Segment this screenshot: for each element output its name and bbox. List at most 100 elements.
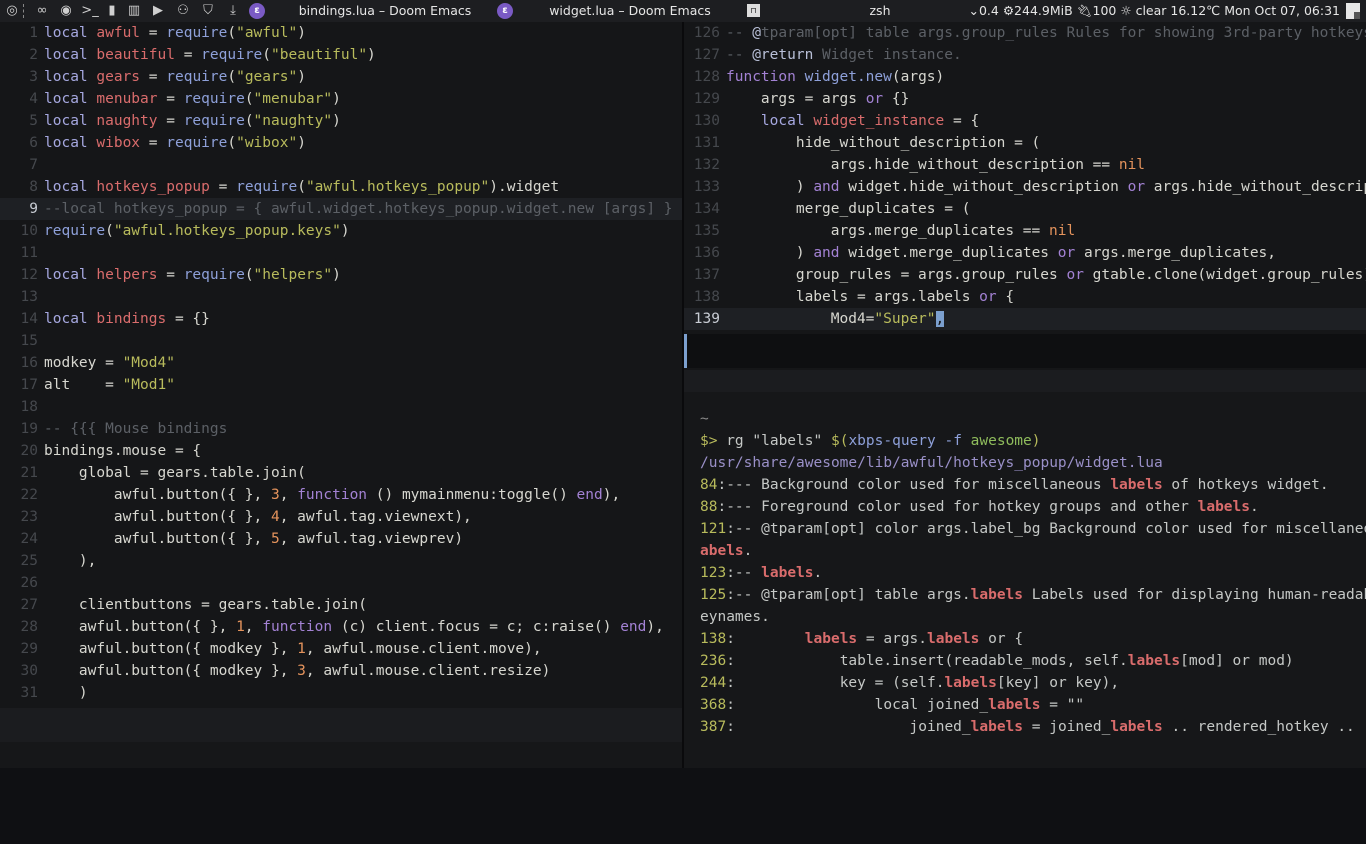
shield-icon[interactable]: ⛉ (200, 3, 216, 19)
code-line[interactable]: 3 local gears = require("gears") (0, 66, 682, 88)
task-widget[interactable]: widget.lua – Doom Emacs (540, 0, 720, 22)
layout-icon[interactable] (1346, 3, 1360, 19)
line-number: 7 (29, 157, 38, 173)
terminal-app-icon: ⊓ (747, 4, 760, 17)
download-icon[interactable]: ⤓ (225, 3, 241, 19)
code-line[interactable]: 136 ) and widget.merge_duplicates or arg… (684, 242, 1366, 264)
line-text: local menubar = require("menubar") (44, 91, 341, 107)
editor-widget[interactable]: 126 -- @tparam[opt] table args.group_rule… (684, 22, 1366, 393)
code-line[interactable]: 24 awful.button({ }, 5, awful.tag.viewpr… (0, 528, 682, 550)
code-line[interactable]: 6 local wibox = require("wibox") (0, 132, 682, 154)
code-line[interactable]: 23 awful.button({ }, 4, awful.tag.viewne… (0, 506, 682, 528)
code-line[interactable]: 27 clientbuttons = gears.table.join( (0, 594, 682, 616)
restart-icon[interactable]: ◎ (4, 3, 20, 19)
line-text: args.merge_duplicates == nil (726, 223, 1076, 239)
line-number: 139 (693, 311, 720, 327)
code-line[interactable]: 22 awful.button({ }, 3, function () myma… (0, 484, 682, 506)
line-number: 2 (29, 47, 38, 63)
code-line[interactable]: 25 ), (0, 550, 682, 572)
code-line[interactable]: 11 (0, 242, 682, 264)
code-line[interactable]: 127 -- @return Widget instance. (684, 44, 1366, 66)
code-line[interactable]: 135 args.merge_duplicates == nil (684, 220, 1366, 242)
code-line[interactable]: 4 local menubar = require("menubar") (0, 88, 682, 110)
line-text: labels = args.labels or { (726, 289, 1015, 305)
modeline-right: 23k 🔒︎ hotkeys_popup/widget.lua 139:24 1… (684, 334, 1366, 393)
line-number: 20 (20, 443, 38, 459)
code-line[interactable]: 31 ) (0, 682, 682, 704)
code-line[interactable]: 2 local beautiful = require("beautiful") (0, 44, 682, 66)
line-number: 132 (693, 157, 720, 173)
terminal-line: 138: labels = args.labels or { (700, 631, 1024, 647)
code-line[interactable]: 13 (0, 286, 682, 308)
code-line[interactable]: 1 local awful = require("awful") (0, 22, 682, 44)
code-line[interactable]: 16 modkey = "Mod4" (0, 352, 682, 374)
separator (23, 4, 24, 18)
code-line[interactable]: 14 local bindings = {} (0, 308, 682, 330)
line-number: 29 (20, 641, 38, 657)
code-line[interactable]: 7 (0, 154, 682, 176)
terminal-zsh[interactable]: ~ $> rg "labels" $(xbps-query -f awesome)… (684, 392, 1366, 768)
code-line[interactable]: 17 alt = "Mod1" (0, 374, 682, 396)
terminal-icon[interactable]: >_ (81, 3, 98, 19)
code-line[interactable]: 131 hide_without_description = ( (684, 132, 1366, 154)
code-line[interactable]: 8 local hotkeys_popup = require("awful.ho… (0, 176, 682, 198)
terminal-line: 88:--- Foreground color used for hotkey … (700, 499, 1259, 515)
line-number: 4 (29, 91, 38, 107)
terminal-line: 368: local joined_labels = "" (700, 697, 1085, 713)
code-line[interactable]: 15 (0, 330, 682, 352)
task-zsh[interactable]: zsh (840, 0, 920, 22)
code-area[interactable]: 1 local awful = require("awful") 2 local be… (0, 22, 682, 704)
code-line[interactable]: 132 args.hide_without_description == nil (684, 154, 1366, 176)
sun-icon: ☼ (1120, 3, 1132, 18)
line-text: ) and widget.merge_duplicates or args.me… (726, 245, 1277, 261)
code-line[interactable]: 138 labels = args.labels or { (684, 286, 1366, 308)
infinity-icon[interactable]: ∞ (34, 3, 50, 19)
line-text: bindings.mouse = { (44, 443, 202, 459)
code-line[interactable]: 134 merge_duplicates = ( (684, 198, 1366, 220)
code-line[interactable]: 12 local helpers = require("helpers") (0, 264, 682, 286)
line-number: 22 (20, 487, 38, 503)
line-number: 138 (693, 289, 720, 305)
code-line[interactable]: 9 --local hotkeys_popup = { awful.widget.… (0, 198, 682, 220)
code-line[interactable]: 18 (0, 396, 682, 418)
line-number: 30 (20, 663, 38, 679)
firefox-icon[interactable]: ◉ (58, 3, 74, 19)
line-text: local bindings = {} (44, 311, 210, 327)
code-line[interactable]: 29 awful.button({ modkey }, 1, awful.mou… (0, 638, 682, 660)
terminal-output[interactable]: ~ $> rg "labels" $(xbps-query -f awesome)… (700, 408, 1366, 738)
gamepad-icon[interactable]: ⚇ (175, 3, 191, 19)
terminal-line: 84:--- Background color used for miscell… (700, 477, 1329, 493)
code-line[interactable]: 133 ) and widget.hide_without_descriptio… (684, 176, 1366, 198)
code-line[interactable]: 19 -- {{{ Mouse bindings (0, 418, 682, 440)
code-line[interactable]: 130 local widget_instance = { (684, 110, 1366, 132)
code-line[interactable]: 21 global = gears.table.join( (0, 462, 682, 484)
android-icon[interactable]: ▮ (104, 3, 120, 19)
code-line[interactable]: 26 (0, 572, 682, 594)
line-text: args = args or {} (726, 91, 910, 107)
code-line[interactable]: 139 Mod4="Super", (684, 308, 1366, 330)
task-bindings[interactable]: bindings.lua – Doom Emacs (290, 0, 480, 22)
code-line[interactable]: 126 -- @tparam[opt] table args.group_rule… (684, 22, 1366, 44)
code-line[interactable]: 30 awful.button({ modkey }, 3, awful.mou… (0, 660, 682, 682)
play-icon[interactable]: ▶ (150, 3, 166, 19)
code-line[interactable]: 129 args = args or {} (684, 88, 1366, 110)
terminal-line: 123:-- labels. (700, 565, 823, 581)
line-text: local widget_instance = { (760, 113, 980, 129)
code-line[interactable]: 28 awful.button({ }, 1, function (c) cli… (0, 616, 682, 638)
code-line[interactable]: 137 group_rules = args.group_rules or gt… (684, 264, 1366, 286)
line-number: 126 (693, 25, 720, 41)
code-area[interactable]: 126 -- @tparam[opt] table args.group_rule… (684, 22, 1366, 330)
editor-bindings[interactable]: 1 local awful = require("awful") 2 local be… (0, 22, 682, 768)
code-line[interactable]: 5 local naughty = require("naughty") (0, 110, 682, 132)
line-text: alt = "Mod1" (44, 377, 175, 393)
line-number: 127 (693, 47, 720, 63)
book-icon[interactable]: ▥ (126, 3, 142, 19)
code-line[interactable]: 10 require("awful.hotkeys_popup.keys") (0, 220, 682, 242)
code-line[interactable]: 20 bindings.mouse = { (0, 440, 682, 462)
minibuffer[interactable] (0, 742, 682, 768)
code-line[interactable]: 128 function widget.new(args) (684, 66, 1366, 88)
line-number: 1 (29, 25, 38, 41)
line-number: 8 (29, 179, 38, 195)
clock[interactable]: Mon Oct 07, 06:31 (1224, 3, 1340, 18)
line-text: -- @tparam[opt] table args.group_rules R… (726, 25, 1366, 41)
